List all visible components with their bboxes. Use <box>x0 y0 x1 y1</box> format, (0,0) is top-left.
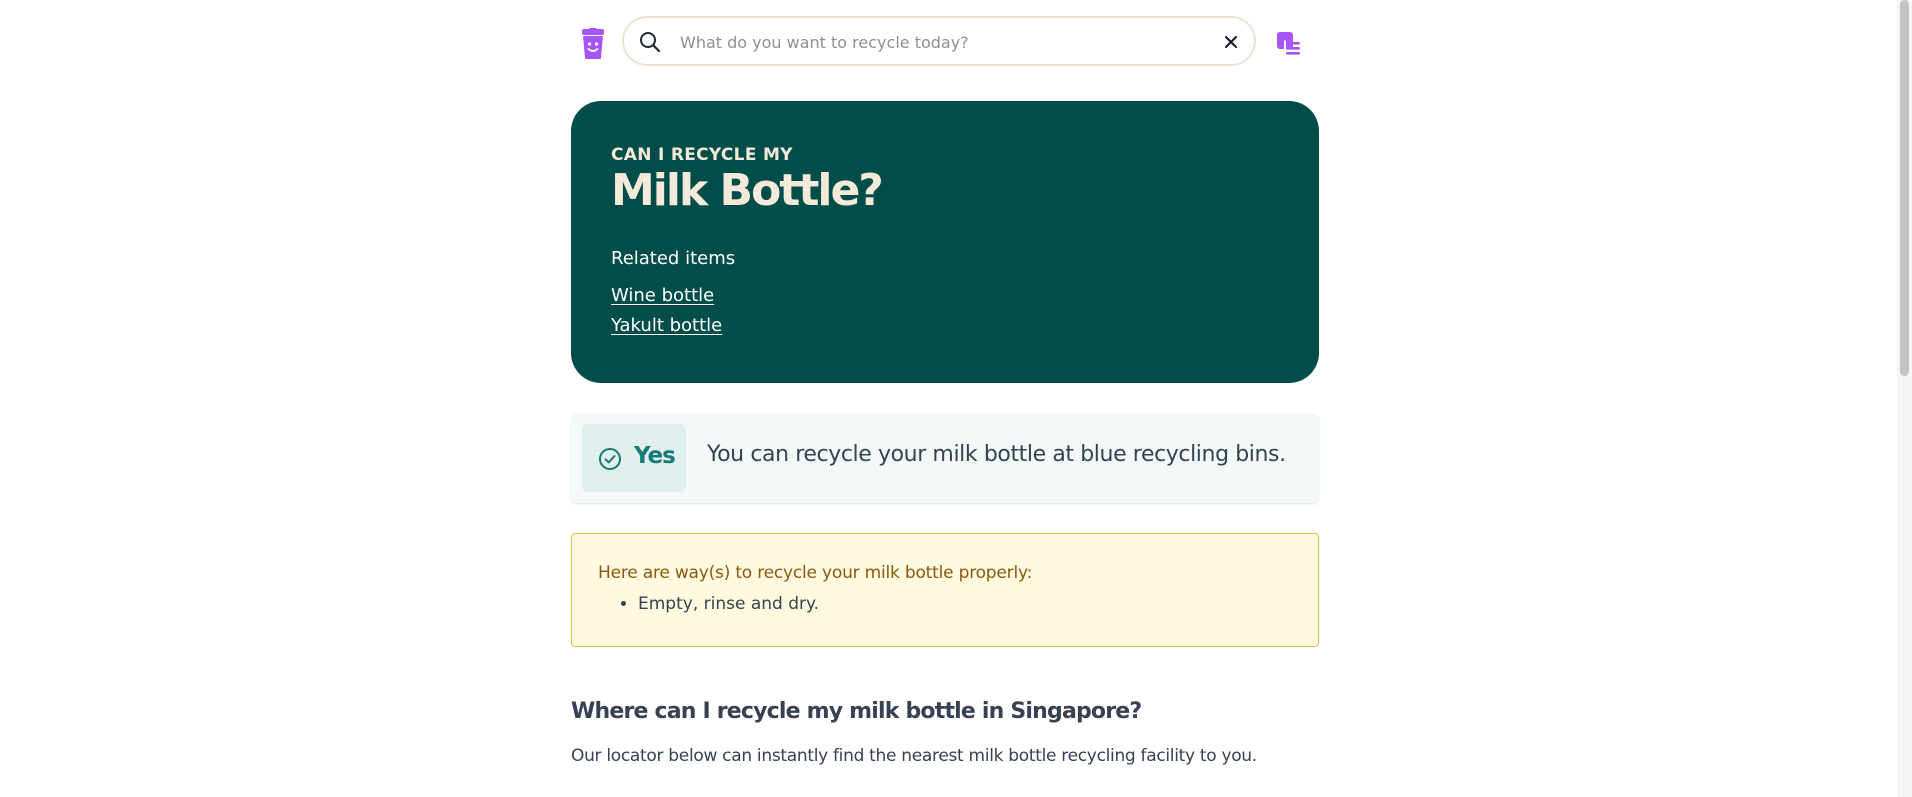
close-icon <box>1218 36 1244 58</box>
verdict-text: You can recycle your milk bottle at blue… <box>707 442 1286 467</box>
verdict-badge-label: Yes <box>634 443 676 469</box>
locator-description: Our locator below can instantly find the… <box>571 746 1257 766</box>
hero-kicker: CAN I RECYCLE MY <box>611 145 793 165</box>
hero-card: CAN I RECYCLE MY Milk Bottle? Related it… <box>571 101 1319 383</box>
clear-search-button[interactable] <box>1218 29 1244 55</box>
check-circle-icon <box>598 447 622 471</box>
tips-list: Empty, rinse and dry. <box>598 593 1292 615</box>
related-item-wine-bottle[interactable]: Wine bottle <box>611 281 1279 311</box>
verdict-badge: Yes <box>582 424 686 492</box>
related-items-list: Wine bottle Yakult bottle <box>611 281 1279 341</box>
related-items-label: Related items <box>611 248 736 269</box>
page-title: Milk Bottle? <box>611 165 884 216</box>
scrollbar-thumb[interactable] <box>1900 0 1909 376</box>
menu-button[interactable] <box>1274 28 1304 58</box>
related-item-yakult-bottle[interactable]: Yakult bottle <box>611 311 1279 341</box>
search-icon <box>638 30 662 54</box>
tips-heading: Here are way(s) to recycle your milk bot… <box>598 563 1033 583</box>
search-input[interactable] <box>678 26 1202 58</box>
page: CAN I RECYCLE MY Milk Bottle? Related it… <box>0 0 1912 797</box>
recycle-bin-icon[interactable] <box>580 28 606 60</box>
search-bar <box>622 16 1256 66</box>
tips-list-item: Empty, rinse and dry. <box>638 593 1292 615</box>
locator-heading: Where can I recycle my milk bottle in Si… <box>571 699 1142 724</box>
page-scrollbar[interactable] <box>1897 0 1912 797</box>
recycling-tips: Here are way(s) to recycle your milk bot… <box>571 533 1319 647</box>
recyclable-verdict: Yes You can recycle your milk bottle at … <box>571 413 1319 503</box>
top-bar <box>570 14 1320 72</box>
list-menu-icon <box>1274 32 1304 61</box>
